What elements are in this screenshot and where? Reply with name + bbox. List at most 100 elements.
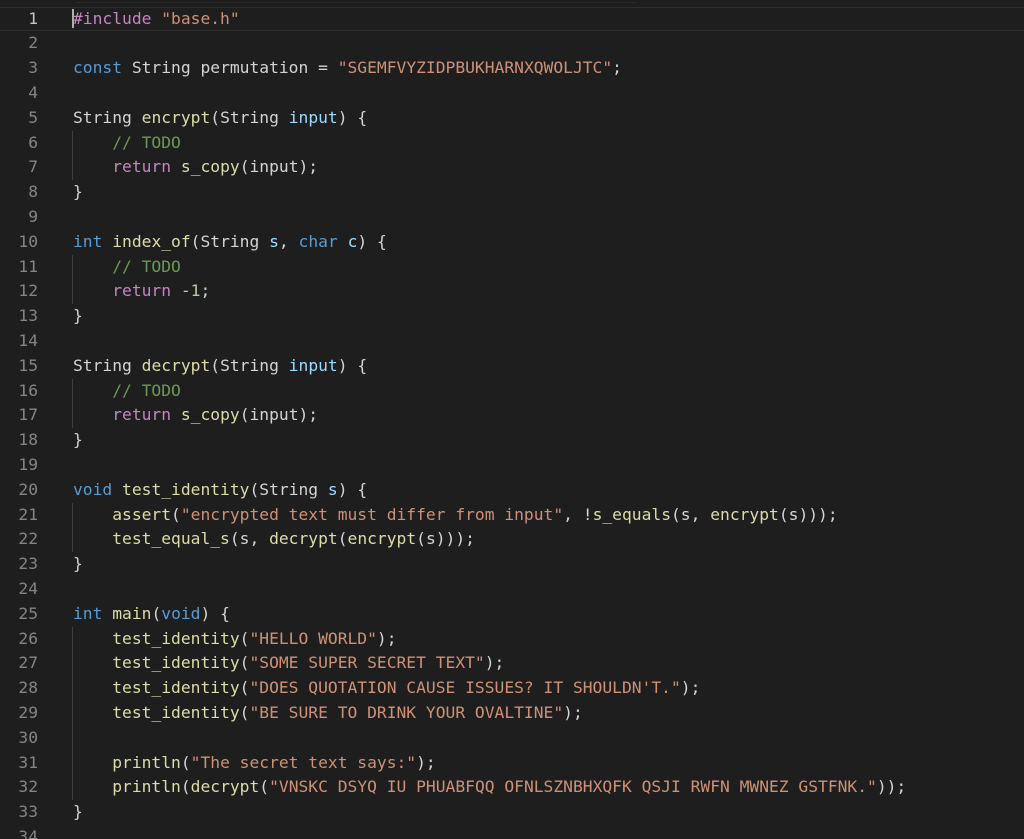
line-content[interactable]: void test_identity(String s) { bbox=[73, 478, 367, 503]
code-token: println bbox=[112, 777, 181, 797]
code-token: (s, bbox=[671, 504, 711, 524]
line-content[interactable]: const String permutation = "SGEMFVYZIDPB… bbox=[73, 56, 622, 81]
code-line[interactable]: 29 test_identity("BE SURE TO DRINK YOUR … bbox=[0, 701, 1024, 726]
line-content[interactable]: test_identity("SOME SUPER SECRET TEXT"); bbox=[73, 651, 504, 676]
code-line[interactable]: 28 test_identity("DOES QUOTATION CAUSE I… bbox=[0, 676, 1024, 701]
code-token: ( bbox=[171, 504, 181, 524]
code-line[interactable]: 30 bbox=[0, 726, 1024, 751]
code-line[interactable]: 31 println("The secret text says:"); bbox=[0, 751, 1024, 776]
line-number: 26 bbox=[18, 628, 38, 648]
line-content[interactable]: return s_copy(input); bbox=[73, 155, 318, 180]
code-token: println bbox=[112, 752, 181, 772]
code-line[interactable]: 4 bbox=[0, 81, 1024, 106]
code-line[interactable]: 5 String encrypt(String input) { bbox=[0, 106, 1024, 131]
code-token: // TODO bbox=[112, 256, 181, 276]
line-content[interactable]: #include "base.h" bbox=[73, 7, 240, 32]
line-content[interactable]: String encrypt(String input) { bbox=[73, 106, 367, 131]
code-line[interactable]: 8} bbox=[0, 180, 1024, 205]
code-token: s bbox=[269, 231, 279, 251]
code-token: ( bbox=[210, 355, 221, 375]
code-token: (s))); bbox=[778, 504, 838, 524]
indent-guide bbox=[72, 626, 73, 801]
line-number: 4 bbox=[28, 82, 38, 102]
code-line[interactable]: 20 void test_identity(String s) { bbox=[0, 478, 1024, 503]
code-line[interactable]: 22 test_equal_s(s, decrypt(encrypt(s))); bbox=[0, 527, 1024, 552]
line-content[interactable]: test_identity("BE SURE TO DRINK YOUR OVA… bbox=[73, 701, 583, 726]
code-token: input bbox=[288, 355, 338, 375]
code-line[interactable]: 11 // TODO bbox=[0, 255, 1024, 280]
code-token: decrypt bbox=[269, 529, 338, 549]
code-token: test_identity bbox=[122, 479, 250, 499]
line-content[interactable]: // TODO bbox=[73, 131, 181, 156]
line-content[interactable]: } bbox=[73, 552, 83, 577]
line-content[interactable]: } bbox=[73, 304, 83, 329]
code-line[interactable]: 12 return -1; bbox=[0, 279, 1024, 304]
line-content[interactable]: println(decrypt("VNSKC DSYQ IU PHUABFQQ … bbox=[73, 775, 906, 800]
line-number: 9 bbox=[28, 206, 38, 226]
code-token: int bbox=[73, 231, 103, 251]
line-content[interactable]: test_equal_s(s, decrypt(encrypt(s))); bbox=[73, 527, 475, 552]
code-editor[interactable]: 1 #include "base.h" 2 3 const String permuta… bbox=[0, 0, 1024, 839]
code-token: encrypt bbox=[141, 107, 211, 127]
code-line[interactable]: 7 return s_copy(input); bbox=[0, 155, 1024, 180]
line-content[interactable]: int main(void) { bbox=[73, 602, 230, 627]
code-line[interactable]: 15 String decrypt(String input) { bbox=[0, 354, 1024, 379]
code-line[interactable]: 33} bbox=[0, 800, 1024, 825]
line-content[interactable]: } bbox=[73, 800, 83, 825]
code-line[interactable]: 6 // TODO bbox=[0, 131, 1024, 156]
code-line[interactable]: 17 return s_copy(input); bbox=[0, 403, 1024, 428]
line-content[interactable]: // TODO bbox=[73, 379, 181, 404]
code-token: encrypt bbox=[347, 529, 417, 549]
code-token: ( bbox=[259, 777, 270, 797]
line-content[interactable]: return s_copy(input); bbox=[73, 403, 318, 428]
code-line[interactable]: 13} bbox=[0, 304, 1024, 329]
code-token: String bbox=[73, 355, 132, 375]
code-line[interactable]: 34 bbox=[0, 825, 1024, 839]
code-line[interactable]: 26 test_identity("HELLO WORLD"); bbox=[0, 627, 1024, 652]
code-line[interactable]: 32 println(decrypt("VNSKC DSYQ IU PHUABF… bbox=[0, 775, 1024, 800]
line-number: 3 bbox=[28, 58, 38, 78]
line-content[interactable]: return -1; bbox=[73, 279, 210, 304]
code-line[interactable]: 21 assert("encrypted text must differ fr… bbox=[0, 503, 1024, 528]
code-line[interactable]: 16 // TODO bbox=[0, 379, 1024, 404]
line-content[interactable]: } bbox=[73, 428, 83, 453]
code-line[interactable]: 1 #include "base.h" bbox=[0, 7, 1024, 32]
code-token: s_copy bbox=[180, 157, 240, 177]
code-line[interactable]: 25 int main(void) { bbox=[0, 602, 1024, 627]
code-line[interactable]: 10 int index_of(String s, char c) { bbox=[0, 230, 1024, 255]
code-line[interactable]: 2 bbox=[0, 31, 1024, 56]
code-line[interactable]: 19 bbox=[0, 453, 1024, 478]
code-line[interactable]: 27 test_identity("SOME SUPER SECRET TEXT… bbox=[0, 651, 1024, 676]
code-token: test_identity bbox=[112, 678, 240, 698]
line-content[interactable]: // TODO bbox=[73, 255, 181, 280]
line-content[interactable]: test_identity("DOES QUOTATION CAUSE ISSU… bbox=[73, 676, 700, 701]
line-content[interactable]: int index_of(String s, char c) { bbox=[73, 230, 387, 255]
code-line[interactable]: 9 bbox=[0, 205, 1024, 230]
code-token: -1 bbox=[180, 281, 201, 301]
line-content[interactable]: test_identity("HELLO WORLD"); bbox=[73, 627, 397, 652]
line-content[interactable]: println("The secret text says:"); bbox=[73, 751, 436, 776]
code-token: test_identity bbox=[112, 653, 240, 673]
code-line[interactable]: 18} bbox=[0, 428, 1024, 453]
line-number: 10 bbox=[18, 231, 38, 251]
line-content[interactable]: } bbox=[73, 180, 83, 205]
line-content[interactable]: String decrypt(String input) { bbox=[73, 354, 367, 379]
code-token: ); bbox=[376, 628, 397, 648]
code-line[interactable]: 3 const String permutation = "SGEMFVYZIDP… bbox=[0, 56, 1024, 81]
code-line[interactable]: 24 bbox=[0, 577, 1024, 602]
indent-guide bbox=[72, 378, 73, 429]
code-token: test_identity bbox=[112, 628, 240, 648]
line-content[interactable]: assert("encrypted text must differ from … bbox=[73, 503, 838, 528]
code-token: ); bbox=[416, 752, 436, 772]
code-token: return bbox=[112, 405, 172, 425]
code-line[interactable]: 14 bbox=[0, 329, 1024, 354]
code-line[interactable]: 23} bbox=[0, 552, 1024, 577]
line-number: 32 bbox=[18, 777, 38, 797]
